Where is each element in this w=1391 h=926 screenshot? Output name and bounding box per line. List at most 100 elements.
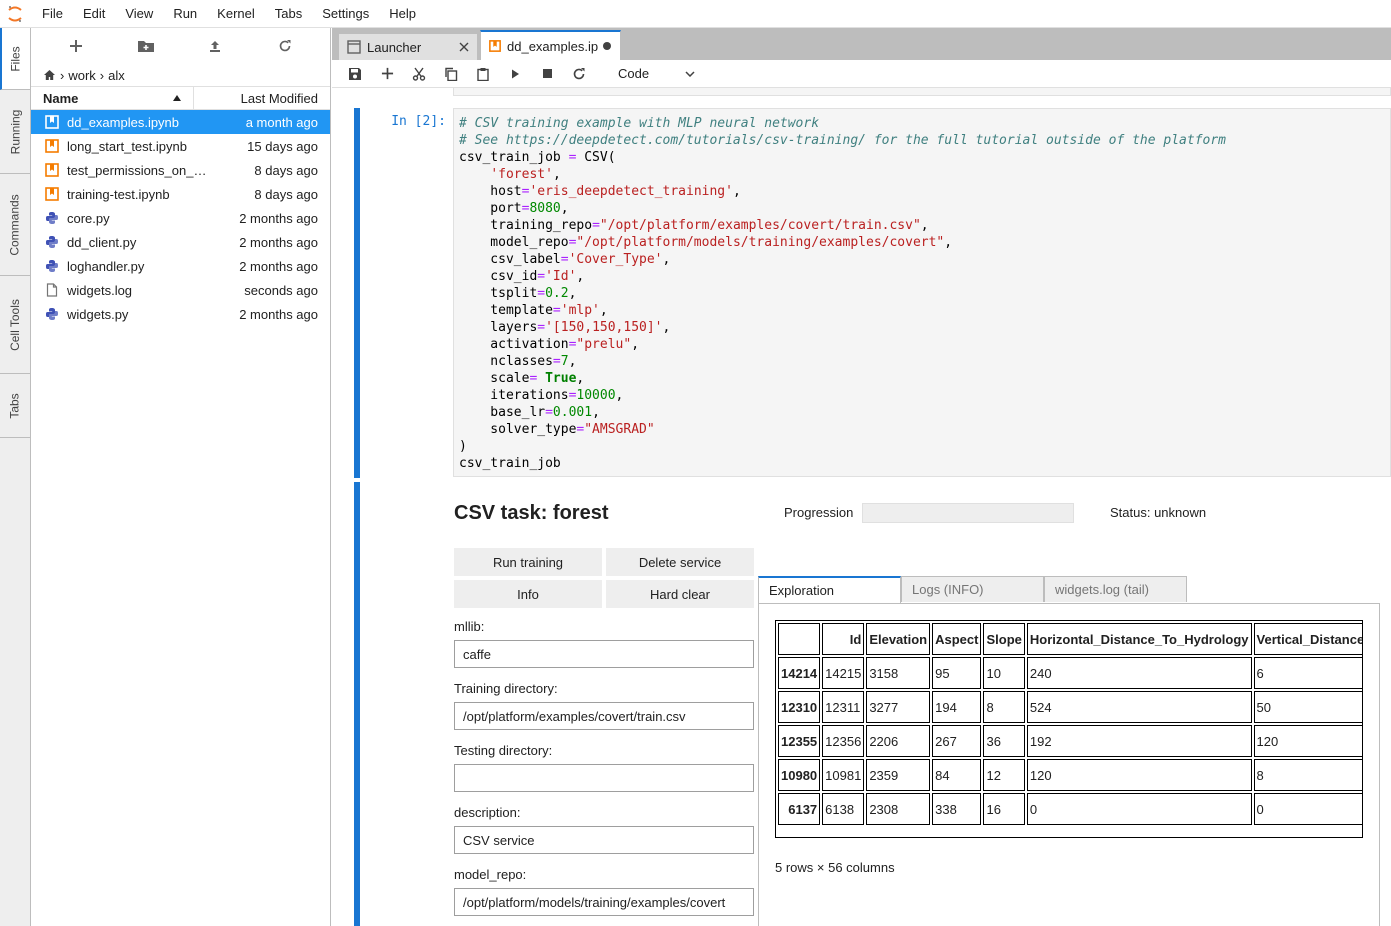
sidebar-tab-tabs[interactable]: Tabs [0,374,30,438]
notebook-icon [45,115,59,129]
testing-directory-field[interactable] [454,764,754,792]
refresh-button[interactable] [270,32,300,60]
menu-tabs[interactable]: Tabs [265,0,312,28]
table-cell: 12356 [822,725,865,757]
table-cell: 524 [1026,691,1252,723]
file-row[interactable]: dd_examples.ipynb a month ago [31,110,330,134]
file-modified: 2 months ago [239,234,318,250]
play-icon [512,69,519,78]
insert-cell-button[interactable] [376,63,398,85]
new-launcher-button[interactable] [61,32,91,60]
unsaved-dot-icon[interactable] [602,41,612,51]
home-icon[interactable] [43,69,56,81]
tab-logs-info[interactable]: Logs (INFO) [901,576,1044,602]
column-header-name[interactable]: Name [31,87,194,109]
testing-directory-label: Testing directory: [454,743,553,758]
column-header-modified[interactable]: Last Modified [194,91,330,106]
training-directory-field[interactable]: /opt/platform/examples/covert/train.csv [454,702,754,730]
code-editor[interactable]: # CSV training example with MLP neural n… [453,108,1391,477]
table-cell: 0 [1026,793,1252,825]
file-row[interactable]: training-test.ipynb 8 days ago [31,182,330,206]
description-field[interactable]: CSV service [454,826,754,854]
refresh-icon [279,40,291,52]
sidebar-tab-commands[interactable]: Commands [0,174,30,276]
table-cell: 240 [1026,657,1252,689]
delete-service-button[interactable]: Delete service [606,548,754,576]
tab-dd-examples-label: dd_examples.ip [507,38,599,54]
notebook-icon [45,139,59,153]
file-list-header: Name Last Modified [31,86,330,110]
table-row: 10980 10981 2359 84 12 120 8 [778,759,1362,791]
table-cell: 12311 [822,691,865,723]
copy-button[interactable] [440,63,462,85]
row-index: 14214 [778,657,821,689]
row-index: 10980 [778,759,821,791]
sort-ascending-icon [173,95,181,101]
save-icon [349,67,361,80]
dataframe-container[interactable]: Id Elevation Aspect Slope Horizontal_Dis… [775,620,1363,838]
sidebar-tab-running[interactable]: Running [0,90,30,174]
table-cell: 14215 [822,657,865,689]
interrupt-button[interactable] [536,63,558,85]
tab-launcher[interactable]: Launcher [338,33,478,60]
file-row[interactable]: core.py 2 months ago [31,206,330,230]
table-cell: 2206 [866,725,931,757]
table-cell: 16 [983,793,1025,825]
breadcrumb-separator: › [99,67,105,83]
menu-edit[interactable]: Edit [73,0,115,28]
file-row[interactable]: widgets.log seconds ago [31,278,330,302]
file-row[interactable]: test_permissions_on_… 8 days ago [31,158,330,182]
file-row[interactable]: loghandler.py 2 months ago [31,254,330,278]
hard-clear-button[interactable]: Hard clear [606,580,754,608]
mllib-field[interactable]: caffe [454,640,754,668]
sidebar-tab-cell-tools[interactable]: Cell Tools [0,276,30,374]
menu-view[interactable]: View [115,0,163,28]
restart-kernel-button[interactable] [568,63,590,85]
table-row: 12310 12311 3277 194 8 524 50 [778,691,1362,723]
menu-help[interactable]: Help [379,0,426,28]
breadcrumb-item-alx[interactable]: alx [108,68,125,83]
table-cell: 6138 [822,793,865,825]
menu-settings[interactable]: Settings [312,0,379,28]
file-name: core.py [67,210,110,226]
run-training-button[interactable]: Run training [454,548,602,576]
close-icon[interactable] [459,42,469,52]
column-header: Vertical_Distance_ [1253,623,1362,655]
file-row[interactable]: widgets.py 2 months ago [31,302,330,326]
tab-dd-examples[interactable]: dd_examples.ip [480,30,621,60]
run-button[interactable] [504,63,526,85]
cell-type-dropdown[interactable]: Code [618,66,695,81]
row-index: 6137 [778,793,821,825]
file-modified: 8 days ago [254,162,318,178]
model-repo-label: model_repo: [454,867,527,882]
save-button[interactable] [344,63,366,85]
breadcrumb-item-work[interactable]: work [68,68,95,83]
upload-button[interactable] [200,32,230,60]
menu-kernel[interactable]: Kernel [207,0,265,28]
file-row[interactable]: long_start_test.ipynb 15 days ago [31,134,330,158]
table-cell: 0 [1253,793,1362,825]
menu-run[interactable]: Run [163,0,207,28]
cell-collapser[interactable] [354,108,360,478]
file-name: test_permissions_on_… [67,162,207,178]
cut-button[interactable] [408,63,430,85]
output-collapser[interactable] [354,482,360,926]
menu-file[interactable]: File [30,0,73,28]
new-folder-button[interactable] [131,32,161,60]
tab-exploration[interactable]: Exploration [758,576,901,603]
table-cell: 50 [1253,691,1362,723]
sidebar-tab-tabs-label: Tabs [7,392,22,419]
model-repo-field[interactable]: /opt/platform/models/training/examples/c… [454,888,754,916]
python-icon [46,236,58,248]
paste-button[interactable] [472,63,494,85]
new-folder-icon [137,41,154,52]
column-header: Elevation [866,623,931,655]
file-row[interactable]: dd_client.py 2 months ago [31,230,330,254]
jupyter-logo-icon [0,0,30,28]
table-cell: 95 [932,657,982,689]
tab-widgets-log[interactable]: widgets.log (tail) [1044,576,1187,602]
table-cell: 6 [1253,657,1362,689]
sidebar-tab-files[interactable]: Files [0,28,30,90]
info-button[interactable]: Info [454,580,602,608]
notebook-panel: In [2]: # CSV training example with MLP … [332,88,1391,926]
